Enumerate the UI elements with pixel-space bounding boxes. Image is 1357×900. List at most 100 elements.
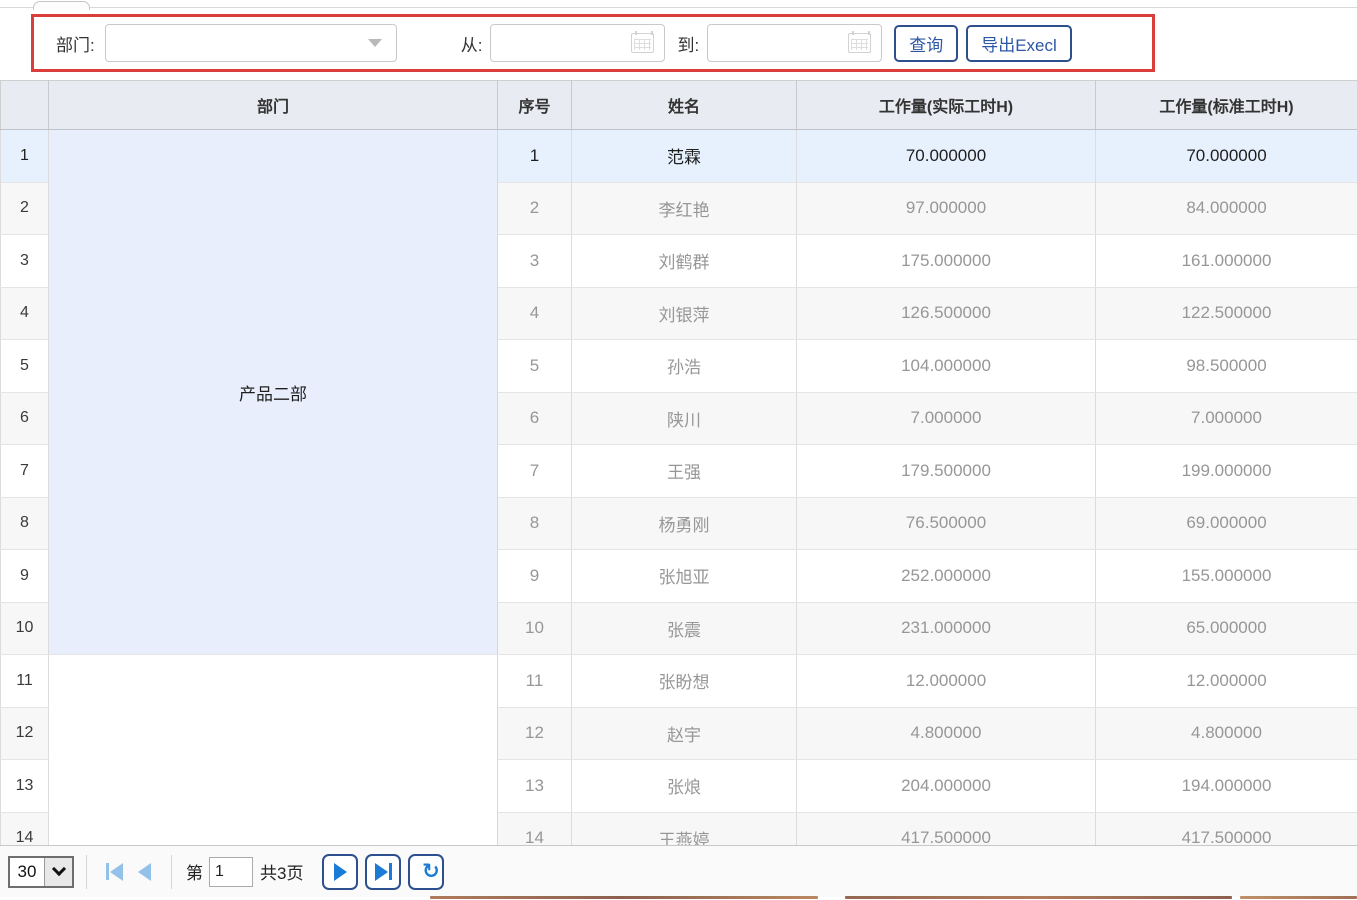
separator: [171, 855, 172, 889]
data-table: 部门 序号 姓名 工作量(实际工时H) 工作量(标准工时H) 1产品二部1范霖7…: [0, 80, 1357, 845]
row-number-cell: 4: [1, 287, 49, 340]
seq-cell: 5: [498, 340, 572, 393]
seq-cell: 3: [498, 235, 572, 288]
seq-cell: 10: [498, 602, 572, 655]
current-page-input[interactable]: [209, 857, 253, 887]
name-cell: 李红艳: [572, 182, 797, 235]
name-cell: 陕川: [572, 392, 797, 445]
seq-cell: 1: [498, 130, 572, 183]
bottom-artifact: [845, 896, 1232, 899]
actual-hours-cell: 70.000000: [797, 130, 1096, 183]
next-page-button[interactable]: [322, 854, 358, 890]
prev-page-button[interactable]: [129, 855, 159, 889]
pagination-bar: 30 第 共3页 ↻: [0, 845, 1357, 897]
from-date-input[interactable]: [501, 28, 631, 58]
table-row[interactable]: 1产品二部1范霖70.00000070.000000: [1, 130, 1357, 183]
actual-hours-cell: 76.500000: [797, 497, 1096, 550]
name-cell: 孙浩: [572, 340, 797, 393]
seq-cell: 11: [498, 655, 572, 708]
page-label-prefix: 第: [186, 859, 203, 884]
bottom-artifact: [1240, 896, 1357, 899]
row-number-cell: 8: [1, 497, 49, 550]
last-page-button[interactable]: [365, 854, 401, 890]
name-cell: 刘银萍: [572, 287, 797, 340]
last-page-icon: [375, 863, 388, 881]
actual-hours-cell: 231.000000: [797, 602, 1096, 655]
actual-hours-cell: 204.000000: [797, 760, 1096, 813]
total-pages-label: 共3页: [260, 859, 303, 884]
standard-hours-cell: 70.000000: [1096, 130, 1357, 183]
row-number-cell: 3: [1, 235, 49, 288]
actual-hours-cell: 179.500000: [797, 445, 1096, 498]
name-cell: 王强: [572, 445, 797, 498]
calendar-icon[interactable]: [631, 33, 654, 53]
actual-hours-cell: 175.000000: [797, 235, 1096, 288]
seq-cell: 14: [498, 812, 572, 845]
row-number-cell: 11: [1, 655, 49, 708]
page: 部门: 从: 到: 查询 导出Execl 部门 序: [0, 0, 1357, 900]
col-header-actual-hours: 工作量(实际工时H): [797, 81, 1096, 130]
from-date-label: 从:: [461, 31, 483, 56]
tab-remnant: [33, 1, 90, 10]
standard-hours-cell: 7.000000: [1096, 392, 1357, 445]
first-page-button[interactable]: [99, 855, 129, 889]
page-size-select[interactable]: 30: [8, 856, 74, 888]
name-cell: 张烺: [572, 760, 797, 813]
name-cell: 王燕婷: [572, 812, 797, 845]
to-date-label: 到:: [677, 31, 699, 56]
table-header-row: 部门 序号 姓名 工作量(实际工时H) 工作量(标准工时H): [1, 81, 1357, 130]
standard-hours-cell: 98.500000: [1096, 340, 1357, 393]
row-number-cell: 12: [1, 707, 49, 760]
export-excel-button[interactable]: 导出Execl: [966, 25, 1072, 62]
separator: [86, 855, 87, 889]
department-label: 部门:: [56, 31, 95, 56]
first-page-icon: [106, 863, 109, 880]
actual-hours-cell: 7.000000: [797, 392, 1096, 445]
row-number-cell: 6: [1, 392, 49, 445]
calendar-icon[interactable]: [848, 33, 871, 53]
row-number-cell: 14: [1, 812, 49, 845]
row-number-cell: 5: [1, 340, 49, 393]
department-select[interactable]: [105, 24, 397, 62]
name-cell: 赵宇: [572, 707, 797, 760]
seq-cell: 2: [498, 182, 572, 235]
col-header-department: 部门: [49, 81, 498, 130]
row-number-cell: 9: [1, 550, 49, 603]
col-header-standard-hours: 工作量(标准工时H): [1096, 81, 1357, 130]
from-date-field[interactable]: [490, 24, 665, 62]
refresh-button[interactable]: ↻: [408, 854, 444, 890]
row-number-header: [1, 81, 49, 130]
seq-cell: 8: [498, 497, 572, 550]
row-number-cell: 1: [1, 130, 49, 183]
actual-hours-cell: 97.000000: [797, 182, 1096, 235]
select-chevron-icon: [44, 858, 72, 886]
actual-hours-cell: 12.000000: [797, 655, 1096, 708]
row-number-cell: 7: [1, 445, 49, 498]
seq-cell: 12: [498, 707, 572, 760]
standard-hours-cell: 12.000000: [1096, 655, 1357, 708]
standard-hours-cell: 199.000000: [1096, 445, 1357, 498]
standard-hours-cell: 65.000000: [1096, 602, 1357, 655]
refresh-icon: ↻: [422, 861, 440, 882]
prev-page-icon: [138, 863, 151, 881]
to-date-input[interactable]: [718, 28, 848, 58]
to-date-field[interactable]: [707, 24, 882, 62]
seq-cell: 13: [498, 760, 572, 813]
name-cell: 张震: [572, 602, 797, 655]
name-cell: 杨勇刚: [572, 497, 797, 550]
standard-hours-cell: 155.000000: [1096, 550, 1357, 603]
seq-cell: 7: [498, 445, 572, 498]
actual-hours-cell: 4.800000: [797, 707, 1096, 760]
standard-hours-cell: 417.500000: [1096, 812, 1357, 845]
query-button[interactable]: 查询: [894, 25, 958, 62]
standard-hours-cell: 4.800000: [1096, 707, 1357, 760]
row-number-cell: 13: [1, 760, 49, 813]
row-number-cell: 10: [1, 602, 49, 655]
bottom-artifact: [430, 896, 818, 899]
standard-hours-cell: 194.000000: [1096, 760, 1357, 813]
table-row[interactable]: 1111张盼想12.00000012.000000: [1, 655, 1357, 708]
table-body: 1产品二部1范霖70.00000070.00000022李红艳97.000000…: [1, 130, 1357, 846]
col-header-name: 姓名: [572, 81, 797, 130]
actual-hours-cell: 252.000000: [797, 550, 1096, 603]
actual-hours-cell: 126.500000: [797, 287, 1096, 340]
